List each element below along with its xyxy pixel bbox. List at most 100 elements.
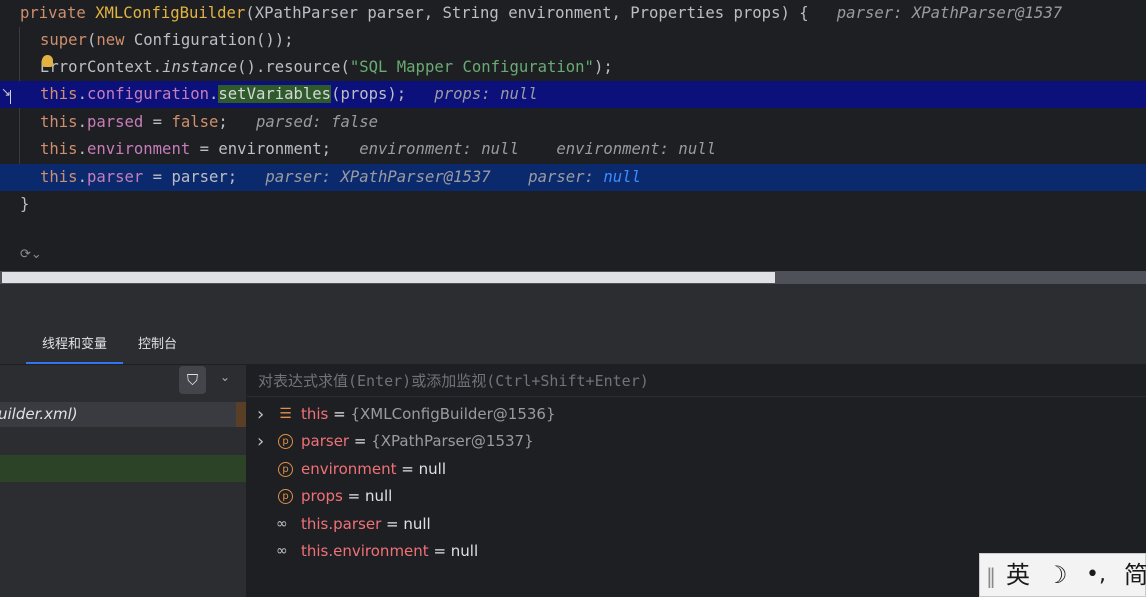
code-token: configuration — [86, 85, 210, 103]
variable-value: null — [403, 515, 431, 533]
variable-row[interactable]: p environment = null — [247, 456, 1146, 483]
tab-label: 线程和变量 — [41, 337, 107, 352]
variable-name: environment = null — [301, 456, 446, 483]
equals-sign: = — [349, 432, 372, 450]
tab-threads-variables[interactable]: 线程和变量 — [26, 324, 123, 364]
code-line[interactable]: private XMLConfigBuilder(XPathParser par… — [0, 0, 1146, 27]
code-token: parsed — [86, 113, 144, 131]
horizontal-scrollbar[interactable] — [0, 271, 1146, 284]
scrollbar-thumb[interactable] — [2, 272, 775, 283]
code-token: "SQL Mapper Configuration" — [349, 58, 594, 76]
code-token: ; — [218, 113, 228, 131]
code-line-text: this.parsed = false; parsed: false — [40, 109, 378, 136]
variable-row[interactable]: › p parser = {XPathParser@1537} — [247, 428, 1146, 455]
p-icon: p — [278, 462, 293, 477]
code-line-execution-point[interactable]: this.configuration.setVariables(props); … — [0, 81, 1146, 108]
variable-name: this.environment = null — [301, 538, 478, 565]
code-token: XMLConfigBuilder — [95, 4, 246, 22]
code-token: parser — [86, 168, 144, 186]
stack-frame-label: uilder.xml) — [0, 405, 78, 423]
variable-name: this.parser = null — [301, 511, 431, 538]
lightbulb-icon[interactable] — [42, 55, 53, 67]
inline-debug-value: parser: XPathParser@1537 parser: — [237, 168, 604, 186]
ime-language-toggle[interactable]: 英 — [1006, 561, 1030, 589]
code-token: super — [40, 31, 87, 49]
punctuation-toggle[interactable]: •, — [1086, 561, 1106, 589]
code-line[interactable]: } — [0, 191, 1146, 218]
code-line-text: this.configuration.setVariables(props); … — [40, 81, 538, 108]
code-line-text: ErrorContext.instance().resource("SQL Ma… — [40, 54, 613, 81]
filter-icon[interactable]: ⛉ — [179, 366, 206, 394]
code-line-text: super(new Configuration()); — [40, 27, 294, 54]
variable-name-text: environment — [301, 460, 397, 478]
equals-sign: = — [342, 487, 365, 505]
inline-debug-value: parser: XPathParser@1537 — [808, 4, 1063, 22]
variable-name-text: this.environment — [301, 542, 429, 560]
variable-row[interactable]: p props = null — [247, 483, 1146, 510]
code-line[interactable]: this.environment = environment; environm… — [0, 136, 1146, 163]
ime-mode-toggle[interactable]: 简 — [1124, 561, 1146, 589]
p-icon: p — [278, 434, 293, 449]
variable-value: {XPathParser@1537} — [371, 432, 534, 450]
variable-name-text: parser — [301, 432, 350, 450]
ime-toolbar: ‖ 英 ☽ •, 简 — [979, 553, 1146, 597]
code-line[interactable]: ErrorContext.instance().resource("SQL Ma… — [0, 54, 1146, 81]
equals-sign: = — [328, 405, 351, 423]
variable-value: null — [450, 542, 479, 560]
code-token: this — [40, 85, 78, 103]
variable-name-text: this — [301, 405, 329, 423]
moon-icon[interactable]: ☽ — [1046, 561, 1068, 589]
code-token: . — [209, 85, 219, 103]
chevron-right-icon[interactable]: › — [257, 428, 264, 455]
evaluate-expression-input[interactable]: 对表达式求值(Enter)或添加监视(Ctrl+Shift+Enter) — [247, 365, 1146, 397]
code-line-selected[interactable]: this.parser = parser; parser: XPathParse… — [0, 164, 1146, 191]
glasses-icon: ∞ — [276, 543, 288, 559]
code-token: . — [77, 140, 87, 158]
code-token: (XPathParser parser, String environment,… — [245, 4, 809, 22]
code-token: environment — [86, 140, 191, 158]
code-line-text: private XMLConfigBuilder(XPathParser par… — [20, 0, 1062, 27]
inline-debug-value: environment: null environment: null — [331, 140, 716, 158]
code-token: this — [40, 140, 78, 158]
inline-debug-value: parsed: false — [227, 113, 379, 131]
panel-header — [0, 284, 1146, 324]
debug-tabs: 线程和变量 控制台 — [0, 324, 1146, 365]
code-token: Configuration()); — [133, 31, 294, 49]
code-editor[interactable]: private XMLConfigBuilder(XPathParser par… — [0, 0, 1146, 271]
drag-handle-icon[interactable]: ‖ — [986, 562, 996, 590]
frame-marker — [236, 402, 246, 427]
code-token: ); — [593, 58, 613, 76]
code-token: (props); — [331, 85, 407, 103]
code-line[interactable]: this.parsed = false; parsed: false — [0, 109, 1146, 136]
code-line[interactable]: super(new Configuration()); — [0, 27, 1146, 54]
inline-debug-value: props: null — [406, 85, 538, 103]
variable-row[interactable]: › ☰ this = {XMLConfigBuilder@1536} — [247, 401, 1146, 428]
equals-sign: = — [381, 515, 404, 533]
code-token: . — [77, 113, 87, 131]
code-token: instance — [162, 58, 238, 76]
code-token: this — [40, 113, 78, 131]
p-icon: p — [278, 489, 293, 504]
equals-sign: = — [428, 542, 451, 560]
code-token: . — [77, 85, 87, 103]
code-vision-icon[interactable]: ⟳⌄ — [20, 247, 42, 262]
variable-row[interactable]: ∞ this.parser = null — [247, 511, 1146, 538]
stack-frame-item[interactable]: uilder.xml) — [0, 402, 236, 427]
code-token: } — [20, 195, 30, 213]
variable-name: this = {XMLConfigBuilder@1536} — [301, 401, 556, 428]
variable-name-text: this.parser — [301, 515, 382, 533]
code-token: this — [40, 168, 78, 186]
chevron-right-icon[interactable]: › — [257, 401, 264, 428]
variable-value: {XMLConfigBuilder@1536} — [350, 405, 556, 423]
chevron-down-icon[interactable]: ⌄ — [220, 370, 230, 384]
stack-frame-item-highlighted[interactable] — [0, 455, 246, 482]
code-line-text: this.environment = environment; environm… — [40, 136, 716, 163]
variable-name-text: props — [301, 487, 343, 505]
code-token: new — [96, 31, 134, 49]
code-token: = — [143, 113, 172, 131]
code-token: = parser; — [143, 168, 238, 186]
stack-icon: ☰ — [279, 406, 292, 422]
variable-value: null — [418, 460, 446, 478]
tab-label: 控制台 — [138, 337, 178, 352]
tab-console[interactable]: 控制台 — [138, 324, 177, 364]
